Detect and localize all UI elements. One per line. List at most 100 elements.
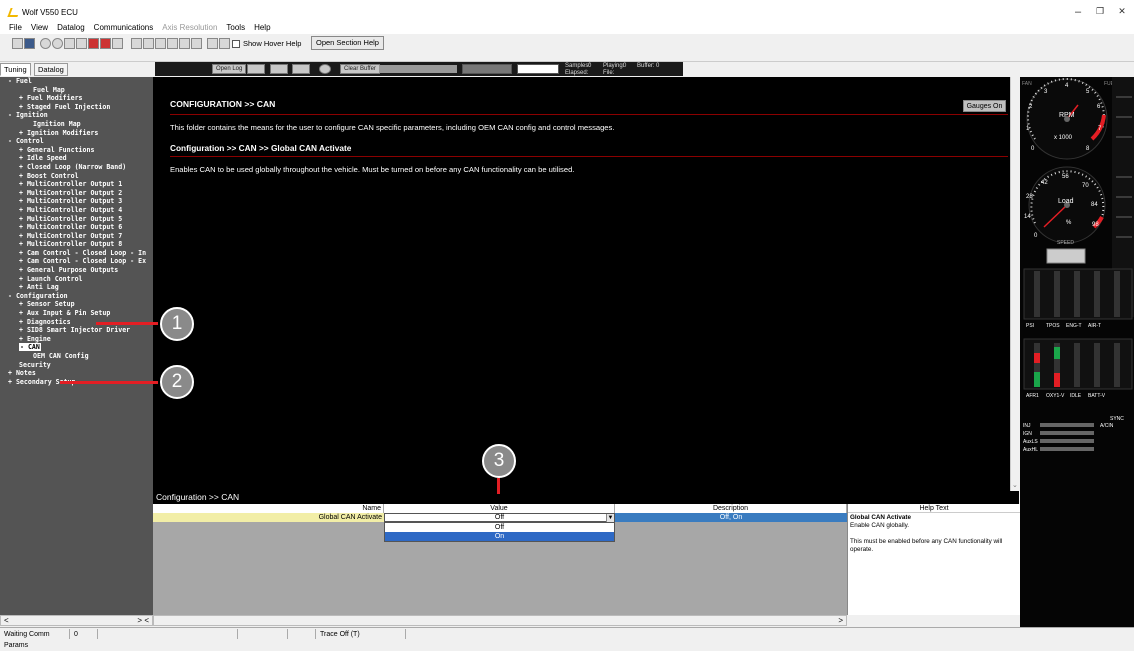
menu-axis-resolution[interactable]: Axis Resolution [162, 22, 217, 34]
sidebar-item[interactable]: + Aux Input & Pin Setup [0, 309, 153, 318]
load-tick-28: 28 [1026, 194, 1033, 200]
sidebar-item[interactable]: + Notes [0, 369, 153, 378]
open-section-help-button[interactable]: Open Section Help [311, 36, 384, 50]
sidebar-item[interactable]: + Idle Speed [0, 154, 153, 163]
sidebar-item[interactable]: + MultiController Output 6 [0, 223, 153, 232]
connect-icon[interactable] [40, 38, 51, 49]
sidebar-item[interactable]: + Anti Lag [0, 283, 153, 292]
gauges-on-button[interactable]: Gauges On [963, 100, 1006, 112]
tab-datalog[interactable]: Datalog [34, 63, 68, 76]
pause-button[interactable] [270, 64, 288, 74]
stop-icon[interactable] [88, 38, 99, 49]
chevron-down-icon[interactable]: ▼ [606, 514, 614, 522]
sidebar-item[interactable]: Fuel Map [0, 86, 153, 95]
table-icon[interactable] [112, 38, 123, 49]
upload-icon[interactable] [64, 38, 75, 49]
scroll-right-icon[interactable]: > < [137, 616, 149, 625]
close-button[interactable]: ✕ [1112, 6, 1132, 17]
sidebar-item[interactable]: + General Functions [0, 146, 153, 155]
status-cell-empty-2 [238, 629, 288, 639]
auxls-label: AuxLS [1023, 439, 1038, 445]
dropdown-options-list[interactable]: Off On [384, 522, 615, 542]
menu-datalog[interactable]: Datalog [57, 22, 85, 34]
sidebar-item[interactable]: + MultiController Output 3 [0, 197, 153, 206]
status-cell-empty-3 [288, 629, 316, 639]
axis-icon[interactable] [131, 38, 142, 49]
help-arrow-icon[interactable] [207, 38, 218, 49]
sidebar-item[interactable]: - Fuel [0, 77, 153, 86]
sidebar-item[interactable]: Ignition Map [0, 120, 153, 129]
menu-communications[interactable]: Communications [94, 22, 154, 34]
sidebar-item[interactable]: + Staged Fuel Injection [0, 103, 153, 112]
grid-scrollbar[interactable]: > [153, 615, 847, 626]
clear-buffer-button[interactable]: Clear Buffer [340, 64, 380, 74]
open-log-button[interactable]: Open Log [212, 64, 247, 74]
oxy1-v-label: OXY1-V [1046, 393, 1065, 399]
sidebar-item[interactable]: + MultiController Output 4 [0, 206, 153, 215]
samples-value: 0 [588, 63, 592, 69]
list-icon[interactable] [179, 38, 190, 49]
sidebar-item[interactable]: - Control [0, 137, 153, 146]
sidebar-item[interactable]: Security [0, 361, 153, 370]
scroll-left-icon[interactable]: < [4, 616, 9, 625]
sidebar-item[interactable]: + MultiController Output 1 [0, 180, 153, 189]
idle-label: IDLE [1070, 393, 1082, 399]
sidebar-item[interactable]: + MultiController Output 2 [0, 189, 153, 198]
sidebar-item[interactable]: + Fuel Modifiers [0, 94, 153, 103]
tab-tuning[interactable]: Tuning [0, 63, 31, 76]
menu-view[interactable]: View [31, 22, 48, 34]
sidebar-item[interactable]: + MultiController Output 8 [0, 240, 153, 249]
sidebar-item[interactable]: + Cam Control - Closed Loop - In [0, 249, 153, 258]
log-select-dropdown[interactable] [517, 64, 559, 74]
sidebar-item[interactable]: + Ignition Modifiers [0, 129, 153, 138]
sidebar-scrollbar[interactable]: < > < [0, 615, 153, 626]
save-icon[interactable] [24, 38, 35, 49]
maximize-button[interactable]: ❐ [1090, 6, 1110, 17]
navigation-tree[interactable]: - Fuel Fuel Map + Fuel Modifiers + Staged F… [0, 77, 153, 615]
scroll-down-icon[interactable]: ⌄ [1012, 481, 1018, 489]
log-position-field[interactable] [462, 64, 512, 74]
value-dropdown[interactable]: Off ▼ [384, 513, 615, 522]
menu-help[interactable]: Help [254, 22, 270, 34]
sidebar-item[interactable]: + Launch Control [0, 275, 153, 284]
sidebar-item[interactable]: + Cam Control - Closed Loop - Ex [0, 257, 153, 266]
dropdown-option-off[interactable]: Off [385, 523, 614, 532]
sidebar-item[interactable]: - CAN [0, 343, 153, 352]
lightning-icon[interactable] [167, 38, 178, 49]
scale-icon[interactable] [143, 38, 154, 49]
sidebar-item[interactable]: + Closed Loop (Narrow Band) [0, 163, 153, 172]
buffer-label: Buffer: [637, 63, 655, 69]
content-scrollbar[interactable]: ⌄ [1010, 77, 1020, 491]
sidebar-item[interactable]: + MultiController Output 5 [0, 215, 153, 224]
record-button[interactable] [319, 64, 331, 74]
sidebar-item[interactable]: OEM CAN Config [0, 352, 153, 361]
sidebar-item[interactable]: + Engine [0, 335, 153, 344]
sidebar-item[interactable]: + Boost Control [0, 172, 153, 181]
scroll-right-icon[interactable]: > [838, 616, 843, 625]
sidebar-item[interactable]: + SID8 Smart Injector Driver [0, 326, 153, 335]
dropdown-option-on[interactable]: On [385, 532, 614, 541]
menu-tools[interactable]: Tools [226, 22, 245, 34]
speed-label: SPEED [1057, 240, 1074, 246]
load-tick-84: 84 [1091, 202, 1098, 208]
sidebar-item-label: + Boost Control [19, 171, 79, 180]
minimize-button[interactable]: – [1068, 6, 1088, 18]
stop-log-button[interactable] [292, 64, 310, 74]
play-button[interactable] [247, 64, 265, 74]
grid-icon[interactable] [100, 38, 111, 49]
menu-file[interactable]: File [9, 22, 22, 34]
open-file-icon[interactable] [12, 38, 23, 49]
sidebar-item[interactable]: - Ignition [0, 111, 153, 120]
notes-icon[interactable] [191, 38, 202, 49]
sidebar-item[interactable]: + Sensor Setup [0, 300, 153, 309]
log-slider[interactable] [379, 65, 457, 73]
sidebar-item[interactable]: + General Purpose Outputs [0, 266, 153, 275]
download-icon[interactable] [76, 38, 87, 49]
help-question-icon[interactable] [219, 38, 230, 49]
disconnect-icon[interactable] [52, 38, 63, 49]
tools-icon[interactable] [155, 38, 166, 49]
sidebar-item[interactable]: - Configuration [0, 292, 153, 301]
show-hover-help-checkbox[interactable] [232, 40, 240, 48]
afr1-label: AFR1 [1026, 393, 1039, 399]
sidebar-item[interactable]: + MultiController Output 7 [0, 232, 153, 241]
